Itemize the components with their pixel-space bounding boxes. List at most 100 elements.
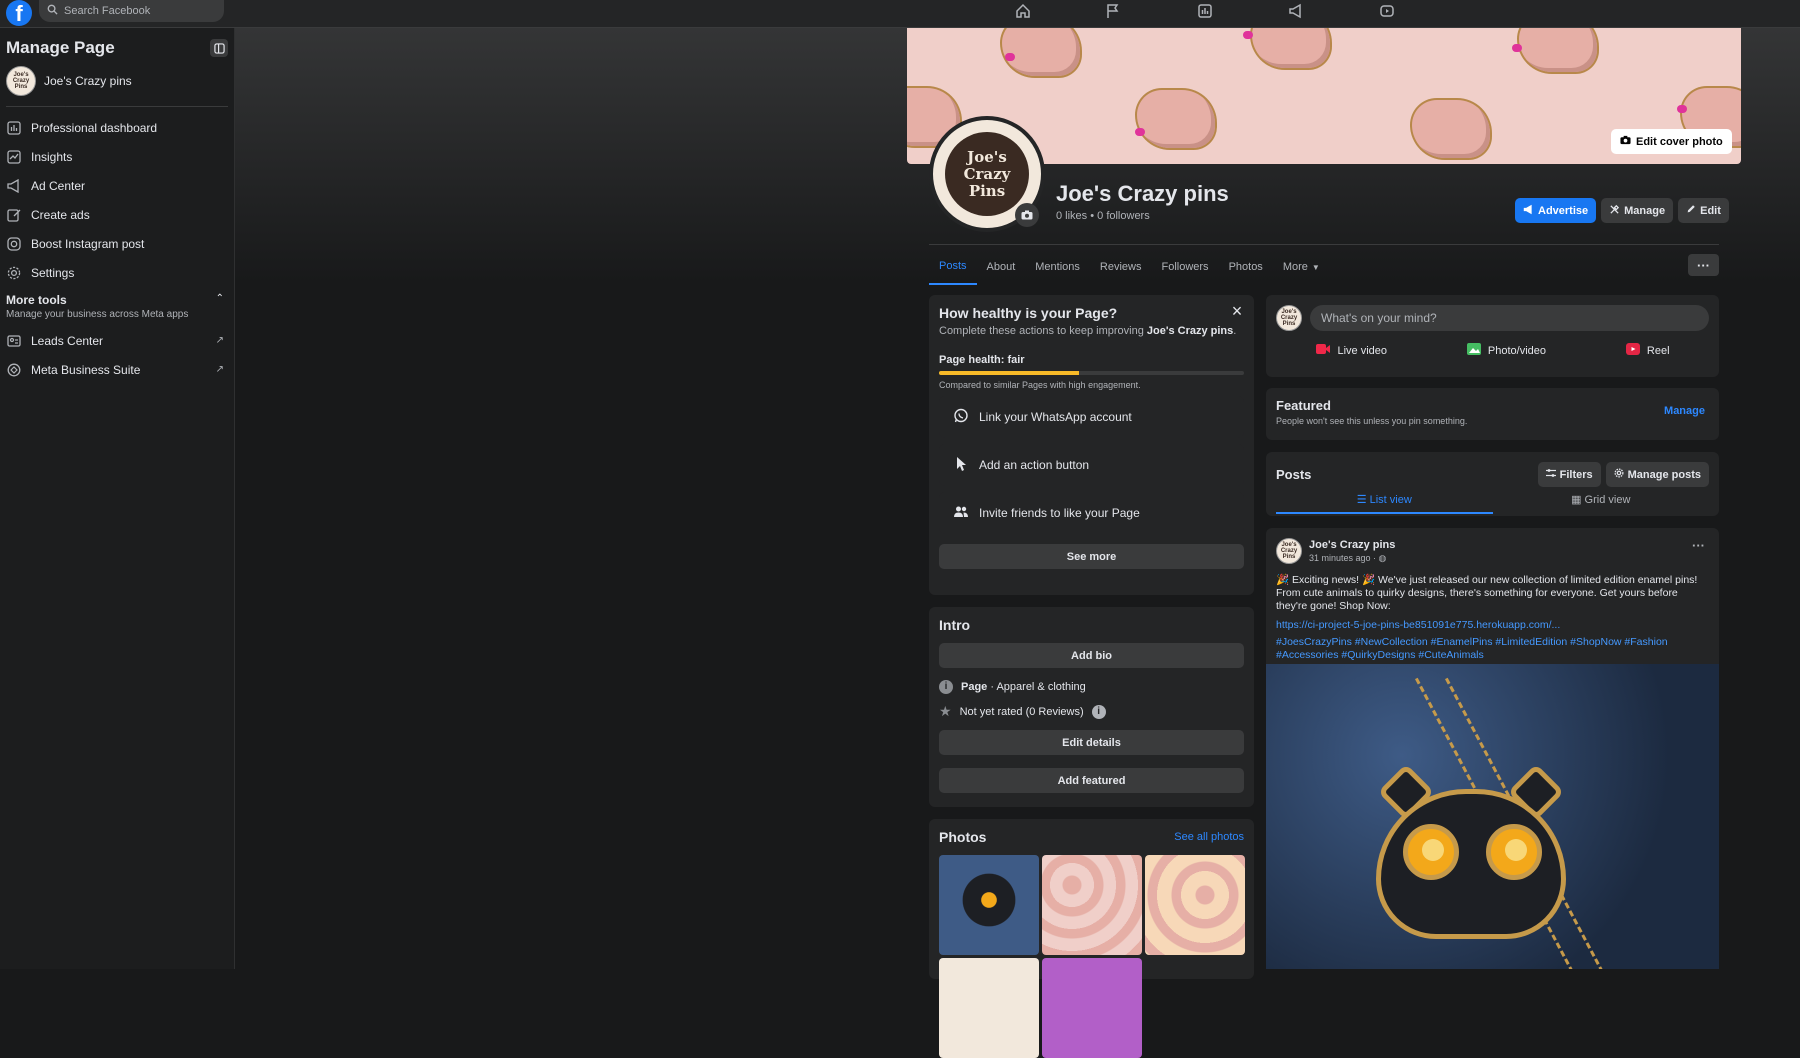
tab-reviews[interactable]: Reviews: [1090, 249, 1152, 285]
more-tools-menu: Leads Center ↗ Meta Business Suite ↗: [6, 326, 228, 384]
post-timestamp[interactable]: 31 minutes ago · ◍: [1309, 553, 1395, 564]
list-view-tab[interactable]: ☰ List view: [1276, 490, 1493, 514]
sidebar-item-meta-business-suite[interactable]: Meta Business Suite ↗: [6, 355, 228, 384]
photo-thumbnail[interactable]: [1042, 958, 1142, 1058]
post-avatar[interactable]: Joe's Crazy Pins: [1276, 538, 1302, 564]
tab-posts[interactable]: Posts: [929, 249, 977, 285]
live-video-label: Live video: [1337, 344, 1387, 357]
info-icon[interactable]: i: [1091, 704, 1106, 719]
info-icon: i: [939, 680, 953, 694]
sidebar-item-boost-instagram-post[interactable]: Boost Instagram post: [6, 229, 228, 258]
external-link-icon: ↗: [215, 335, 224, 346]
health-title: How healthy is your Page?: [939, 305, 1118, 321]
tab-more[interactable]: More ▼: [1273, 249, 1330, 285]
photo-thumbnail[interactable]: [1042, 855, 1142, 955]
featured-note: People won't see this unless you pin som…: [1276, 416, 1468, 426]
manage-posts-label: Manage posts: [1627, 468, 1701, 481]
grid-view-tab[interactable]: ▦ Grid view: [1493, 490, 1710, 514]
sidebar-item-professional-dashboard[interactable]: Professional dashboard: [6, 113, 228, 142]
sidebar-item-label: Create ads: [31, 207, 90, 222]
photo-video-button[interactable]: Photo/video: [1466, 342, 1546, 359]
tab-mentions[interactable]: Mentions: [1025, 249, 1090, 285]
see-all-photos-link[interactable]: See all photos: [1174, 831, 1244, 843]
external-link-icon: ↗: [215, 364, 224, 375]
flag-icon[interactable]: [1090, 0, 1136, 22]
update-profile-picture-icon[interactable]: [1015, 203, 1039, 227]
sidebar-item-create-ads[interactable]: Create ads: [6, 200, 228, 229]
manage-page-sidebar: Manage Page Joe's Crazy Pins Joe's Crazy p…: [0, 28, 235, 969]
search-box[interactable]: [39, 0, 224, 22]
gear-icon: [6, 265, 22, 281]
manage-posts-button[interactable]: Manage posts: [1605, 462, 1709, 487]
edit-cover-photo-button[interactable]: Edit cover photo: [1611, 129, 1732, 154]
more-tools-title: More tools: [6, 293, 67, 307]
tab-about[interactable]: About: [977, 249, 1026, 285]
header-divider: [929, 244, 1719, 245]
edit-page-button[interactable]: Edit: [1678, 198, 1729, 223]
edit-cover-label: Edit cover photo: [1636, 135, 1723, 148]
composer-input[interactable]: What's on your mind?: [1310, 305, 1709, 331]
manage-label: Manage: [1624, 204, 1666, 217]
more-tools-section[interactable]: More tools Manage your business across M…: [6, 293, 228, 320]
reel-button[interactable]: Reel: [1625, 342, 1670, 359]
see-more-button[interactable]: See more: [939, 544, 1244, 569]
post-link[interactable]: https://ci-project-5-joe-pins-be851091e7…: [1276, 619, 1709, 631]
tab-photos[interactable]: Photos: [1219, 249, 1273, 285]
sidebar-page-switcher[interactable]: Joe's Crazy Pins Joe's Crazy pins: [6, 66, 228, 107]
featured-manage-link[interactable]: Manage: [1664, 405, 1705, 417]
sidebar-item-label: Boost Instagram post: [31, 236, 145, 251]
page-title: Joe's Crazy pins: [1056, 181, 1229, 206]
edit-details-button[interactable]: Edit details: [939, 730, 1244, 755]
home-icon[interactable]: [1000, 0, 1046, 22]
add-bio-button[interactable]: Add bio: [939, 643, 1244, 668]
page-health-label: Page health: fair: [939, 354, 1025, 366]
gear-icon: [1614, 468, 1624, 481]
filter-icon: [1545, 468, 1556, 481]
page-logo: Joe's Crazy Pins: [945, 132, 1029, 216]
tab-followers[interactable]: Followers: [1151, 249, 1218, 285]
megaphone-icon[interactable]: [1273, 0, 1319, 22]
sidebar-item-insights[interactable]: Insights: [6, 142, 228, 171]
post-image[interactable]: [1266, 664, 1719, 969]
add-action-button-action[interactable]: Add an action button: [939, 444, 1244, 486]
friends-icon: [953, 504, 969, 523]
advertise-button[interactable]: Advertise: [1515, 198, 1597, 223]
sidebar-item-leads-center[interactable]: Leads Center ↗: [6, 326, 228, 355]
chevron-up-icon[interactable]: ⌃: [216, 293, 224, 320]
photo-icon: [1466, 342, 1482, 359]
post-options-icon[interactable]: ···: [1692, 538, 1705, 553]
search-input[interactable]: [64, 5, 214, 17]
edit-label: Edit: [1700, 204, 1721, 217]
top-bar: f: [0, 0, 1800, 28]
link-whatsapp-action[interactable]: Link your WhatsApp account: [939, 396, 1244, 438]
globe-icon: ◍: [1378, 552, 1387, 563]
sidebar-item-label: Meta Business Suite: [31, 362, 141, 377]
post-author[interactable]: Joe's Crazy pins: [1309, 539, 1395, 551]
close-icon[interactable]: ×: [1228, 302, 1246, 321]
photo-thumbnail[interactable]: [939, 958, 1039, 1058]
collapse-sidebar-icon[interactable]: [210, 39, 228, 57]
photo-grid: [939, 855, 1245, 1058]
sidebar-item-settings[interactable]: Settings: [6, 258, 228, 287]
more-options-button[interactable]: ···: [1688, 254, 1719, 276]
facebook-logo[interactable]: f: [6, 0, 32, 26]
video-icon[interactable]: [1364, 0, 1410, 22]
pencil-icon: [1686, 204, 1696, 217]
invite-friends-action[interactable]: Invite friends to like your Page: [939, 492, 1244, 534]
photo-thumbnail[interactable]: [1145, 855, 1245, 955]
sidebar-item-ad-center[interactable]: Ad Center: [6, 171, 228, 200]
page-category: · Apparel & clothing: [987, 681, 1086, 693]
list-icon: ☰: [1356, 494, 1370, 506]
post-hashtags[interactable]: #JoesCrazyPins #NewCollection #EnamelPin…: [1276, 636, 1709, 662]
photo-thumbnail[interactable]: [939, 855, 1039, 955]
search-icon: [47, 4, 58, 18]
featured-title: Featured: [1276, 398, 1331, 413]
live-video-button[interactable]: Live video: [1315, 342, 1387, 359]
page-stats[interactable]: 0 likes • 0 followers: [1056, 210, 1150, 222]
add-featured-button[interactable]: Add featured: [939, 768, 1244, 793]
insights-icon[interactable]: [1182, 0, 1228, 22]
manage-button[interactable]: Manage: [1601, 198, 1674, 223]
filters-button[interactable]: Filters: [1537, 462, 1601, 487]
page-category-row: i Page · Apparel & clothing: [939, 680, 1244, 694]
post-card: Joe's Crazy Pins Joe's Crazy pins 31 minut…: [1266, 528, 1719, 969]
